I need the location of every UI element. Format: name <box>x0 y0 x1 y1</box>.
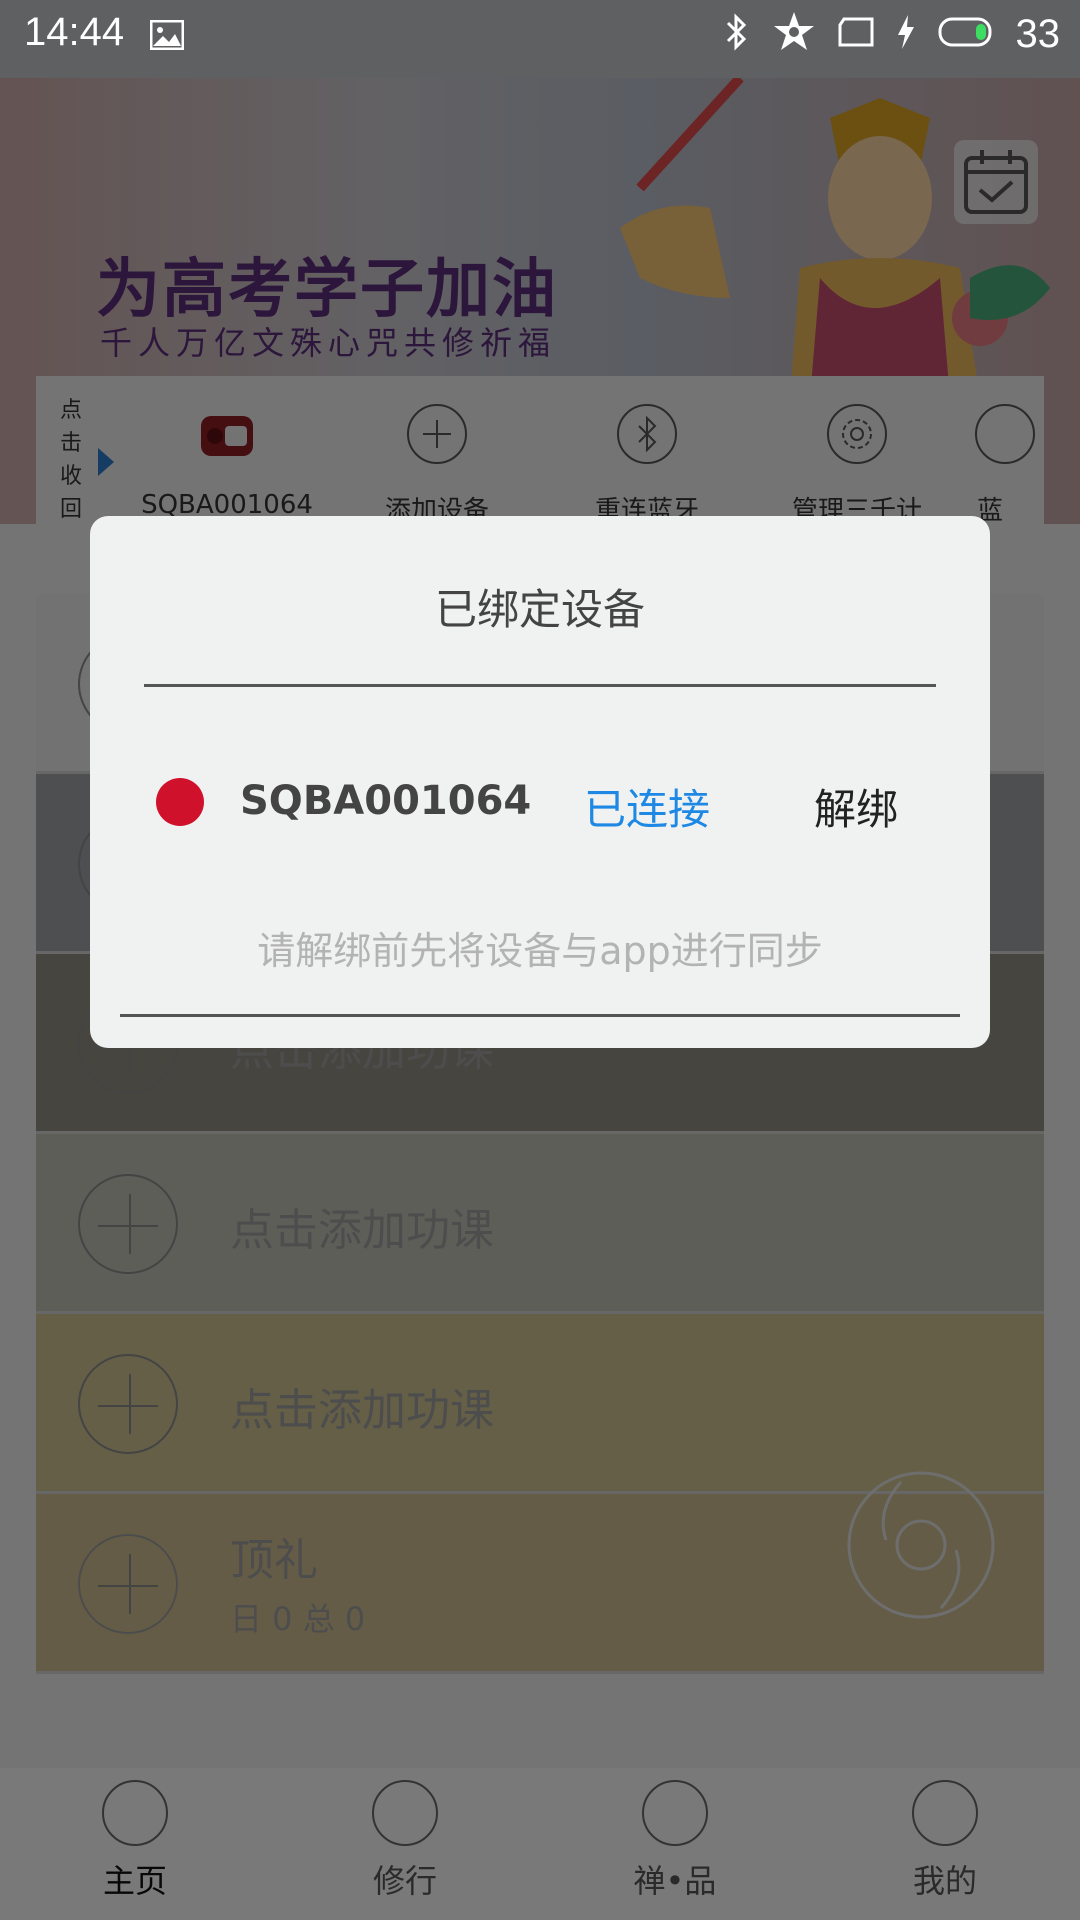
status-bar: 14:44 33 <box>0 0 1080 78</box>
clock: 14:44 <box>24 10 125 54</box>
divider <box>144 684 936 687</box>
gallery-icon <box>149 19 185 54</box>
device-name: SQBA001064 <box>240 778 532 824</box>
dialog-title: 已绑定设备 <box>434 585 645 634</box>
connection-status: 已连接 <box>584 785 711 834</box>
divider <box>120 1014 960 1017</box>
unbind-hint: 请解绑前先将设备与app进行同步 <box>257 929 823 973</box>
bound-device-dialog: 已绑定设备 SQBA001064 已连接 解绑 请解绑前先将设备与app进行同步 <box>90 516 990 1048</box>
battery-level: 33 <box>1015 11 1061 56</box>
flower-icon <box>772 10 816 58</box>
battery-icon <box>938 17 994 51</box>
charging-icon <box>896 15 916 53</box>
bluetooth-icon <box>722 13 750 55</box>
device-status-dot <box>156 778 204 826</box>
unbind-button[interactable]: 解绑 <box>814 776 898 837</box>
screen-icon <box>838 17 874 51</box>
